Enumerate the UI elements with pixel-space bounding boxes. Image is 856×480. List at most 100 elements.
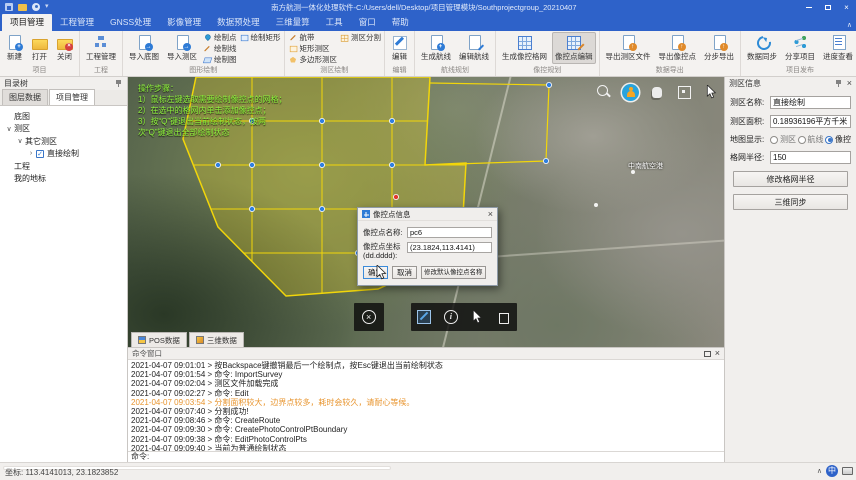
tree-item-1[interactable]: ∨测区 — [0, 123, 127, 136]
survey-name-input[interactable]: 直接绘制 — [770, 96, 851, 109]
import-basemap-button[interactable]: 导入底图 — [126, 32, 162, 64]
keyboard-icon[interactable] — [842, 467, 853, 475]
sync-3d-button[interactable]: 三维同步 — [733, 194, 848, 210]
progress-view-button[interactable]: 进度查看 — [820, 32, 856, 64]
dialog-body: 像控点名称: pc6 像控点坐标 (dd.dddd): (23.1824,113… — [358, 221, 497, 285]
panel-close-icon[interactable]: × — [847, 79, 852, 88]
rect-survey-button[interactable]: 矩形测区 — [288, 43, 338, 54]
command-close-icon[interactable]: × — [715, 349, 720, 358]
catalog-tab-0[interactable]: 图层数据 — [2, 89, 48, 105]
extent-icon[interactable] — [675, 83, 693, 101]
project-manage-button[interactable]: 工程管理 — [83, 32, 119, 64]
selected-point-marker[interactable] — [393, 194, 398, 199]
dialog-buttons: 确定取消修改默认像控点名称 — [363, 266, 492, 279]
data-sync-button[interactable]: 数据同步 — [744, 32, 780, 64]
map-view[interactable]: 操作步骤：1）鼠标左键选取需要绘制像控点的网格；2）在选中的格网内单击添加像控点… — [128, 77, 724, 347]
dropdown-arrow-icon[interactable]: ▾ — [45, 3, 49, 11]
menu-tab-7[interactable]: 窗口 — [351, 14, 384, 31]
ribbon-collapse-icon[interactable]: ∧ — [847, 21, 852, 29]
display-radio-0[interactable]: 测区 — [770, 134, 796, 145]
draw-shape-button[interactable]: 绘制图 — [202, 54, 237, 65]
ribbon: 新建打开关闭项目工程管理工程导入底图导入测区绘制点绘制线绘制图绘制矩形图形绘制航… — [0, 31, 856, 77]
pin-icon[interactable] — [835, 79, 843, 88]
generate-pcp-grid-button[interactable]: 生成像控格网 — [499, 32, 550, 64]
edit-route-button[interactable]: 编辑航线 — [456, 32, 492, 64]
survey-area-input[interactable]: 0.18936196平方千米 — [770, 115, 851, 128]
ribbon-group-3: 航带矩形测区多边形测区测区分割测区绘制 — [285, 31, 386, 76]
edit-toolbar-left — [354, 303, 384, 331]
pin-icon[interactable] — [115, 79, 123, 88]
split-survey-button[interactable]: 测区分割 — [339, 32, 381, 43]
bottom-tab-0[interactable]: POS数据 — [131, 332, 187, 347]
confirm-button[interactable]: 确定 — [363, 266, 388, 279]
tree-item-5[interactable]: 我的地标 — [0, 173, 127, 186]
chevron-right-icon[interactable]: › — [26, 150, 36, 157]
import-survey-button[interactable]: 导入测区 — [164, 32, 200, 64]
edit-button[interactable]: 编辑 — [388, 32, 411, 64]
tree-item-2[interactable]: ∨其它测区 — [0, 135, 127, 148]
menu-tab-8[interactable]: 帮助 — [384, 14, 417, 31]
tree-item-3[interactable]: ›✓直接绘制 — [0, 148, 127, 161]
menu-tab-3[interactable]: 影像管理 — [159, 14, 209, 31]
folder-icon[interactable] — [18, 4, 27, 11]
display-radio-2[interactable]: 像控 — [825, 134, 851, 145]
chevron-down-icon[interactable]: ∨ — [15, 137, 25, 145]
edit-tool-icon[interactable] — [416, 309, 432, 325]
pcp-edit-button[interactable]: 像控点编辑 — [552, 32, 596, 64]
command-prompt-input[interactable]: 命令: — [128, 451, 724, 462]
minimize-button[interactable] — [799, 0, 818, 14]
save-icon[interactable] — [5, 3, 13, 11]
tree-item-4[interactable]: 工程 — [0, 160, 127, 173]
open-button[interactable]: 打开 — [28, 32, 51, 64]
flight-strip-button[interactable]: 航带 — [288, 32, 338, 43]
maximize-button[interactable] — [818, 0, 837, 14]
delete-icon[interactable] — [496, 309, 512, 325]
close-button[interactable]: × — [837, 0, 856, 14]
pcp-name-input[interactable]: pc6 — [407, 227, 492, 238]
draw-point-button[interactable]: 绘制点 — [202, 32, 237, 43]
ribbon-group-8: 数据同步分享项目进度查看项目发布 — [741, 31, 856, 76]
display-radio-1[interactable]: 航线 — [798, 134, 824, 145]
ime-indicator[interactable]: 中 — [826, 465, 838, 477]
command-log[interactable]: 2021-04-07 09:01:01 > 按Backspace键撤销最后一个绘… — [128, 360, 724, 451]
sync-icon — [754, 34, 771, 50]
menu-tab-4[interactable]: 数据预处理 — [209, 14, 268, 31]
float-window-icon[interactable] — [704, 351, 711, 357]
modify-grid-radius-button[interactable]: 修改格网半径 — [733, 171, 848, 187]
menu-tab-5[interactable]: 三维量算 — [268, 14, 318, 31]
export-step-button[interactable]: 分步导出 — [701, 32, 737, 64]
generate-route-button[interactable]: 生成航线 — [418, 32, 454, 64]
cancel-circle-icon[interactable] — [361, 309, 377, 325]
checkbox-checked-icon[interactable]: ✓ — [36, 150, 44, 158]
draw-line-button[interactable]: 绘制线 — [202, 43, 237, 54]
dialog-titlebar[interactable]: 像控点信息 × — [358, 208, 497, 221]
menu-tab-1[interactable]: 工程管理 — [52, 14, 102, 31]
new-button[interactable]: 新建 — [3, 32, 26, 64]
menu-tab-6[interactable]: 工具 — [318, 14, 351, 31]
cancel-button[interactable]: 取消 — [392, 266, 417, 279]
grid-radius-input[interactable]: 150 — [770, 151, 851, 164]
chevron-up-icon[interactable]: ∧ — [817, 467, 822, 475]
cursor-icon[interactable] — [469, 309, 485, 325]
share-project-button[interactable]: 分享项目 — [782, 32, 818, 64]
polygon-survey-button[interactable]: 多边形测区 — [288, 54, 338, 65]
menu-tab-2[interactable]: GNSS处理 — [102, 14, 159, 31]
cursor-tool-icon[interactable] — [702, 83, 720, 101]
close-button-ribbon[interactable]: 关闭 — [53, 32, 76, 64]
dialog-close-icon[interactable]: × — [488, 210, 493, 219]
pcp-coord-input[interactable]: (23.1824,113.4141) — [407, 242, 492, 253]
info-icon[interactable] — [443, 309, 459, 325]
catalog-tab-1[interactable]: 项目管理 — [49, 89, 95, 105]
modify-default-name-button[interactable]: 修改默认像控点名称 — [421, 266, 486, 279]
chevron-down-icon[interactable]: ∨ — [4, 125, 14, 133]
locate-icon[interactable] — [622, 84, 639, 101]
tree-item-0[interactable]: 底图 — [0, 110, 127, 123]
search-icon[interactable] — [595, 83, 613, 101]
export-survey-file-button[interactable]: 导出测区文件 — [603, 32, 654, 64]
user-icon[interactable] — [32, 3, 40, 11]
draw-rect-button[interactable]: 绘制矩形 — [239, 32, 281, 43]
pan-hand-icon[interactable] — [648, 83, 666, 101]
menu-tab-0[interactable]: 项目管理 — [2, 14, 52, 31]
export-pcp-button[interactable]: 导出像控点 — [656, 32, 700, 64]
bottom-tab-1[interactable]: 三维数据 — [189, 332, 244, 347]
